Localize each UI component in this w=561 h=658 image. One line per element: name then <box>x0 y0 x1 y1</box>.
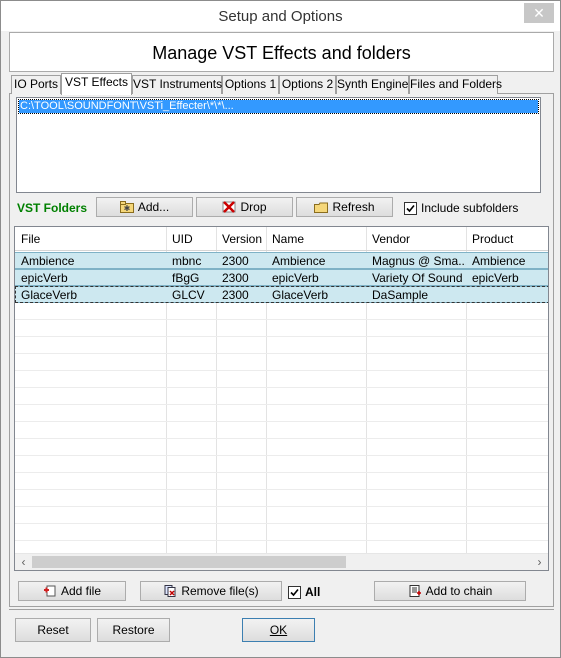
cell-name: GlaceVerb <box>272 288 329 302</box>
grid-row-line <box>15 421 548 422</box>
table-row[interactable]: GlaceVerb GLCV 2300 GlaceVerb DaSample <box>15 286 548 303</box>
cell-vendor: Variety Of Sound <box>372 271 463 285</box>
all-label: All <box>305 585 321 599</box>
checkmark-icon <box>404 201 417 215</box>
add-to-chain-label: Add to chain <box>425 584 493 598</box>
column-header-file[interactable]: File <box>15 227 166 250</box>
cell-file: GlaceVerb <box>21 288 78 302</box>
setup-options-window: Setup and Options ✕ Manage VST Effects a… <box>0 0 561 658</box>
remove-files-button[interactable]: Remove file(s) <box>140 581 282 601</box>
add-folder-button[interactable]: ✱ Add... <box>96 197 193 217</box>
tab-options-2[interactable]: Options 2 <box>279 75 336 94</box>
cell-uid: GLCV <box>172 288 205 302</box>
cell-name: Ambience <box>272 254 326 268</box>
checkmark-icon <box>288 585 301 599</box>
all-checkbox[interactable]: All <box>288 585 320 599</box>
refresh-folder-label: Refresh <box>332 200 375 214</box>
svg-text:✱: ✱ <box>123 204 130 213</box>
grid-row-line <box>15 455 548 456</box>
tab-synth-engine[interactable]: Synth Engine <box>336 75 409 94</box>
refresh-folder-button[interactable]: Refresh <box>296 197 393 217</box>
include-subfolders-label: Include subfolders <box>421 201 519 215</box>
chain-add-icon <box>408 584 422 597</box>
horizontal-scrollbar[interactable]: ‹ › <box>15 553 548 570</box>
cell-version: 2300 <box>222 288 249 302</box>
folder-add-icon: ✱ <box>119 200 134 213</box>
files-remove-icon <box>163 584 177 597</box>
column-header-name[interactable]: Name <box>266 227 366 250</box>
grid-row-line <box>15 336 548 337</box>
scroll-right-icon[interactable]: › <box>531 554 548 570</box>
restore-button[interactable]: Restore <box>97 618 170 642</box>
tab-vst-effects[interactable]: VST Effects <box>61 73 132 95</box>
close-button[interactable]: ✕ <box>524 3 554 23</box>
include-subfolders-checkbox[interactable]: Include subfolders <box>404 201 518 215</box>
close-icon: ✕ <box>533 5 545 21</box>
drop-folder-button[interactable]: Drop <box>196 197 293 217</box>
table-row[interactable]: Ambience mbnc 2300 Ambience Magnus @ Sma… <box>15 252 548 269</box>
grid-row-line <box>15 523 548 524</box>
grid-row-line <box>15 506 548 507</box>
grid-row-line <box>15 404 548 405</box>
tab-files-and-folders[interactable]: Files and Folders <box>409 75 502 94</box>
vst-folders-label: VST Folders <box>17 201 88 215</box>
grid-row-line <box>15 472 548 473</box>
scrollbar-thumb[interactable] <box>32 556 346 568</box>
scroll-left-icon[interactable]: ‹ <box>15 554 32 570</box>
grid-row-line <box>15 540 548 541</box>
column-header-product[interactable]: Product <box>466 227 548 250</box>
remove-files-label: Remove file(s) <box>181 584 259 598</box>
column-header-version[interactable]: Version <box>216 227 266 250</box>
folder-refresh-icon <box>314 200 329 213</box>
grid-row-line <box>15 353 548 354</box>
reset-button[interactable]: Reset <box>15 618 91 642</box>
cell-product: epicVerb <box>472 271 519 285</box>
folder-list-item[interactable]: C:\TOOL\SOUNDFONT\VSTi_Effecter\*\*\... <box>18 99 539 114</box>
cell-name: epicVerb <box>272 271 319 285</box>
cell-file: epicVerb <box>21 271 68 285</box>
cell-uid: fBgG <box>172 271 200 285</box>
cell-version: 2300 <box>222 254 249 268</box>
table-header: File UID Version Name Vendor Product <box>15 227 548 251</box>
add-file-label: Add file <box>60 584 102 598</box>
add-folder-label: Add... <box>137 200 170 214</box>
column-header-vendor[interactable]: Vendor <box>366 227 466 250</box>
vst-effects-table[interactable]: File UID Version Name Vendor Product Amb… <box>14 226 549 571</box>
grid-row-line <box>15 387 548 388</box>
add-file-button[interactable]: Add file <box>18 581 126 601</box>
cell-product: Ambience <box>472 254 526 268</box>
ok-button[interactable]: OK <box>242 618 315 642</box>
page-title: Manage VST Effects and folders <box>152 43 411 63</box>
cell-vendor: DaSample <box>372 288 429 302</box>
grid-row-line <box>15 489 548 490</box>
cell-version: 2300 <box>222 271 249 285</box>
table-row[interactable]: epicVerb fBgG 2300 epicVerb Variety Of S… <box>15 269 548 286</box>
grid-row-line <box>15 319 548 320</box>
ok-label: OK <box>269 623 288 637</box>
cell-uid: mbnc <box>172 254 202 268</box>
tab-vst-instruments[interactable]: VST Instruments <box>132 75 222 94</box>
cell-product <box>466 287 548 302</box>
tab-options-1[interactable]: Options 1 <box>222 75 279 94</box>
cell-vendor: Magnus @ Sma... <box>372 254 466 268</box>
title-bar[interactable]: Setup and Options ✕ <box>1 1 560 31</box>
drop-folder-label: Drop <box>240 200 267 214</box>
grid-row-line <box>15 438 548 439</box>
add-to-chain-button[interactable]: Add to chain <box>374 581 526 601</box>
drop-x-icon <box>222 200 236 213</box>
grid-row-line <box>15 370 548 371</box>
column-header-uid[interactable]: UID <box>166 227 216 250</box>
file-add-icon <box>43 584 57 597</box>
window-title: Setup and Options <box>218 8 343 25</box>
tab-io-ports[interactable]: IO Ports <box>11 75 61 94</box>
vst-folder-list[interactable]: C:\TOOL\SOUNDFONT\VSTi_Effecter\*\*\... <box>16 97 541 193</box>
footer-divider <box>9 609 554 610</box>
cell-file: Ambience <box>21 254 75 268</box>
header-panel: Manage VST Effects and folders <box>9 32 554 72</box>
